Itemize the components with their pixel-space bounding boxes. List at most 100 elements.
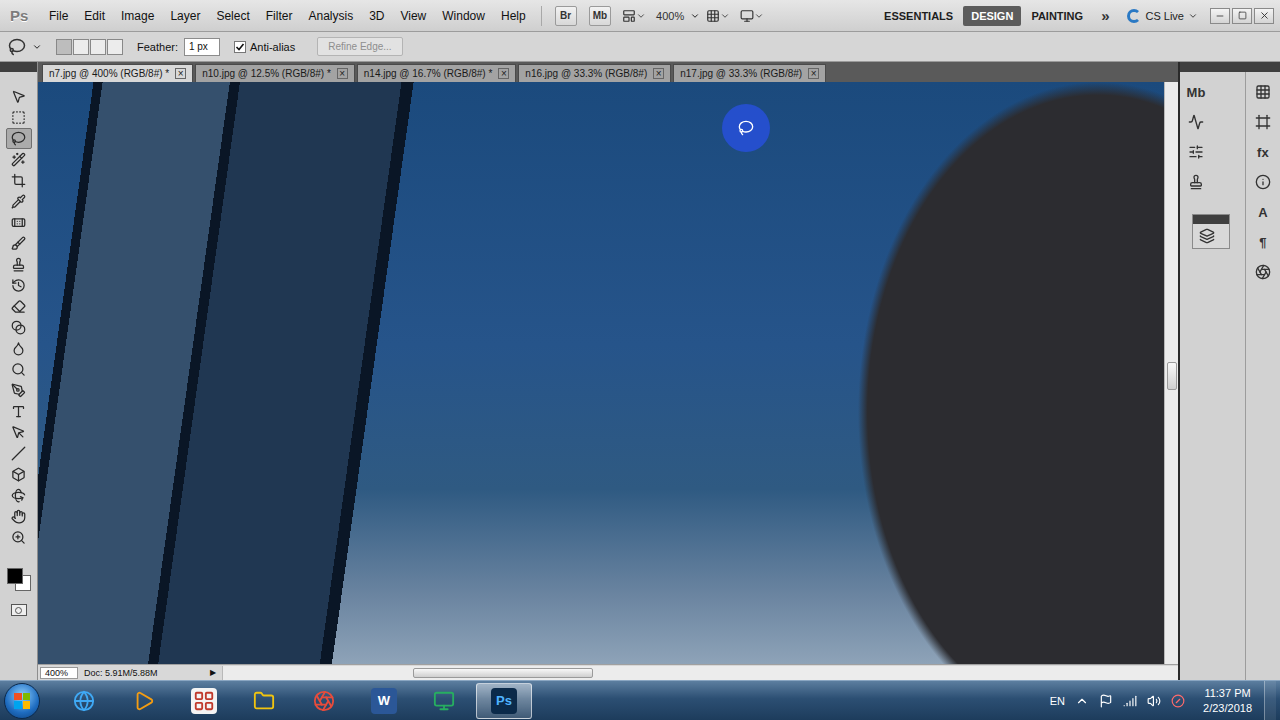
grid-panel-button[interactable] [1249,80,1277,104]
clone-source-panel-button[interactable] [1182,170,1210,194]
menu-item[interactable]: Edit [77,7,112,25]
character-panel-button[interactable]: A [1249,200,1277,224]
lens-panel-button[interactable] [1249,260,1277,284]
selection-mode-button[interactable] [90,39,106,55]
hand-tool[interactable] [6,506,32,527]
cs-live-button[interactable]: CS Live [1127,9,1198,23]
document-tab[interactable]: n17.jpg @ 33.3% (RGB/8#)× [673,64,826,82]
transform-panel-button[interactable] [1249,110,1277,134]
action-center-icon[interactable] [1099,694,1113,708]
view-extras-button[interactable] [622,9,646,23]
restore-button[interactable] [1232,8,1252,24]
path-selection-tool[interactable] [6,422,32,443]
history-brush-tool[interactable] [6,275,32,296]
selection-mode-button[interactable] [56,39,72,55]
move-tool[interactable] [6,86,32,107]
horizontal-scrollbar[interactable] [222,666,1178,680]
show-desktop-button[interactable] [1264,681,1276,720]
arrange-documents-button[interactable] [706,9,730,23]
tab-close-button[interactable]: × [498,68,509,79]
adjustments-panel-button[interactable] [1182,140,1210,164]
minimize-button[interactable] [1210,8,1230,24]
menu-item[interactable]: Select [209,7,256,25]
info-panel-button[interactable] [1249,170,1277,194]
brush-tool[interactable] [6,233,32,254]
security-icon[interactable] [1171,694,1185,708]
blur-tool[interactable] [6,338,32,359]
app-taskbar-button[interactable] [176,683,232,719]
volume-icon[interactable] [1147,694,1161,708]
pen-tool[interactable] [6,380,32,401]
layers-panel-button[interactable] [1193,224,1221,248]
menu-item[interactable]: Help [494,7,533,25]
tab-close-button[interactable]: × [337,68,348,79]
selection-mode-button[interactable] [107,39,123,55]
quick-selection-tool[interactable] [6,149,32,170]
type-tool[interactable] [6,401,32,422]
bridge-button[interactable]: Br [555,6,577,26]
scroll-thumb[interactable] [413,668,593,678]
zoom-tool[interactable] [6,527,32,548]
word-taskbar-button[interactable]: W [356,683,412,719]
lasso-tool-icon[interactable] [8,38,26,56]
3d-orbit-tool[interactable] [6,485,32,506]
quick-mask-button[interactable] [11,604,27,616]
language-indicator[interactable]: EN [1050,695,1065,707]
workspace-button[interactable]: PAINTING [1023,6,1091,26]
styles-panel-button[interactable]: fx [1249,140,1277,164]
more-workspaces-button[interactable]: » [1093,7,1117,24]
paragraph-panel-button[interactable]: ¶ [1249,230,1277,254]
media-taskbar-button[interactable] [116,683,172,719]
image-canvas[interactable] [38,82,1164,664]
feather-input[interactable]: 1 px [184,38,220,56]
document-tab[interactable]: n16.jpg @ 33.3% (RGB/8#)× [518,64,671,82]
clock[interactable]: 11:37 PM2/23/2018 [1203,686,1252,716]
menu-item[interactable]: Analysis [301,7,360,25]
tool-preset-dropdown-icon[interactable] [32,42,42,52]
folder-taskbar-button[interactable] [236,683,292,719]
zoom-level[interactable]: 400% [656,10,684,22]
vertical-scrollbar[interactable] [1164,82,1178,664]
histogram-panel-button[interactable] [1182,110,1210,134]
network-icon[interactable] [1123,694,1137,708]
ie-taskbar-button[interactable] [56,683,112,719]
scroll-thumb[interactable] [1167,362,1177,390]
zoom-field[interactable]: 400% [40,667,78,679]
anti-alias-checkbox[interactable] [234,41,246,53]
gradient-tool[interactable] [6,317,32,338]
eraser-tool[interactable] [6,296,32,317]
menu-item[interactable]: Window [435,7,492,25]
3d-rotate-tool[interactable] [6,464,32,485]
lasso-tool[interactable] [6,128,32,149]
mini-bridge-button[interactable]: Mb [589,6,611,26]
foreground-color[interactable] [7,568,23,584]
document-tab[interactable]: n7.jpg @ 400% (RGB/8#) *× [42,64,193,82]
healing-tool[interactable] [6,212,32,233]
photoshop-taskbar-button[interactable]: Ps [476,683,532,719]
menu-item[interactable]: 3D [362,7,391,25]
chrome-taskbar-button[interactable] [296,683,352,719]
start-button[interactable] [4,683,40,719]
menu-item[interactable]: Filter [259,7,300,25]
tab-close-button[interactable]: × [175,68,186,79]
menu-item[interactable]: File [42,7,75,25]
menu-item[interactable]: View [393,7,433,25]
anti-alias-option[interactable]: Anti-alias [234,41,295,53]
vnc-taskbar-button[interactable] [416,683,472,719]
line-tool[interactable] [6,443,32,464]
selection-mode-button[interactable] [73,39,89,55]
marquee-tool[interactable] [6,107,32,128]
document-tab[interactable]: n14.jpg @ 16.7% (RGB/8#) *× [357,64,517,82]
menu-item[interactable]: Image [114,7,161,25]
clone-stamp-tool[interactable] [6,254,32,275]
menu-item[interactable]: Layer [163,7,207,25]
screen-mode-button[interactable] [740,9,764,23]
tab-close-button[interactable]: × [653,68,664,79]
crop-tool[interactable] [6,170,32,191]
mini-bridge-panel-button[interactable]: Mb [1182,80,1210,104]
eyedropper-tool[interactable] [6,191,32,212]
workspace-button[interactable]: ESSENTIALS [876,6,961,26]
dodge-tool[interactable] [6,359,32,380]
close-button[interactable] [1254,8,1274,24]
show-hidden-icons-icon[interactable] [1075,694,1089,708]
